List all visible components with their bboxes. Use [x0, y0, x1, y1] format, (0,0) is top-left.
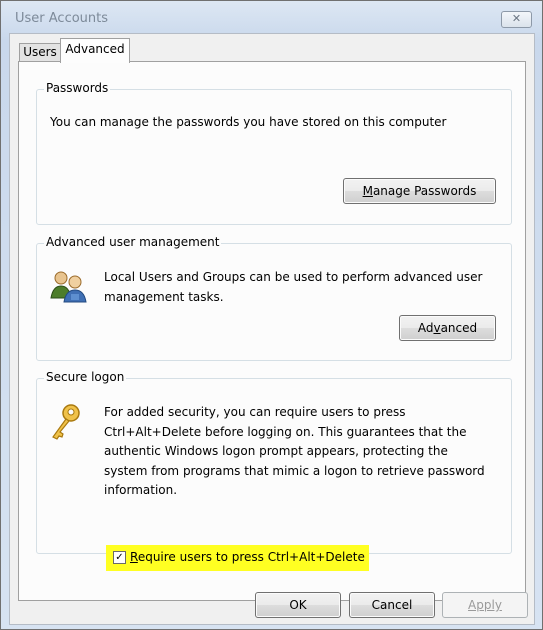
require-mnemonic: R	[130, 550, 138, 564]
manage-passwords-label: anage Passwords	[372, 184, 477, 198]
close-button[interactable]: ✕	[501, 11, 532, 28]
apply-label: Apply	[468, 598, 502, 612]
advanced-user-management-group: Advanced user management Local Users and…	[36, 235, 512, 361]
secure-logon-group: Secure logon For added security, you can…	[36, 370, 512, 554]
manage-passwords-mnemonic: M	[362, 184, 373, 198]
secure-logon-label: Secure logon	[44, 370, 127, 384]
advanced-tab-page: Passwords You can manage the passwords y…	[18, 61, 526, 601]
users-group-icon	[49, 268, 89, 304]
advanced-description-line1: Local Users and Groups can be used to pe…	[104, 270, 483, 284]
advanced-button[interactable]: Advanced	[399, 315, 496, 341]
require-ctrl-alt-delete-label: Require users to press Ctrl+Alt+Delete	[130, 548, 365, 568]
secure-logon-line-4: system from programs that mimic a logon …	[104, 464, 485, 478]
window-title: User Accounts	[15, 11, 109, 26]
apply-button[interactable]: Apply	[442, 592, 528, 618]
passwords-group: Passwords You can manage the passwords y…	[36, 81, 512, 225]
cancel-button[interactable]: Cancel	[349, 592, 435, 618]
secure-logon-line-3: authentic Windows logon prompt appears, …	[104, 444, 448, 458]
advanced-user-management-label: Advanced user management	[44, 235, 222, 249]
secure-logon-line-2: Ctrl+Alt+Delete before logging on. This …	[104, 425, 467, 439]
advanced-description-line2: management tasks.	[104, 290, 224, 304]
key-icon	[49, 403, 83, 441]
close-icon: ✕	[511, 12, 522, 25]
advanced-label-post: anced	[440, 321, 478, 335]
ok-button[interactable]: OK	[255, 592, 341, 618]
tab-users[interactable]: Users	[19, 43, 61, 61]
require-label-rest: equire users to press Ctrl+Alt+Delete	[137, 550, 365, 564]
require-ctrl-alt-delete-checkbox[interactable]: ✓ Require users to press Ctrl+Alt+Delete	[106, 545, 369, 571]
checkbox-checked-icon[interactable]: ✓	[113, 551, 126, 564]
dialog-client-area: Users Advanced Passwords You can manage …	[9, 33, 535, 625]
advanced-mnemonic: v	[433, 321, 441, 335]
tab-advanced[interactable]: Advanced	[60, 38, 130, 63]
advanced-label-pre: Ad	[417, 321, 434, 335]
manage-passwords-button[interactable]: Manage Passwords	[343, 178, 496, 204]
passwords-group-label: Passwords	[44, 81, 111, 95]
secure-logon-line-1: For added security, you can require user…	[104, 405, 406, 419]
passwords-description: You can manage the passwords you have st…	[50, 115, 447, 129]
secure-logon-line-5: information.	[104, 483, 178, 497]
user-accounts-window: User Accounts ✕ Users Advanced Passwords…	[0, 0, 543, 630]
